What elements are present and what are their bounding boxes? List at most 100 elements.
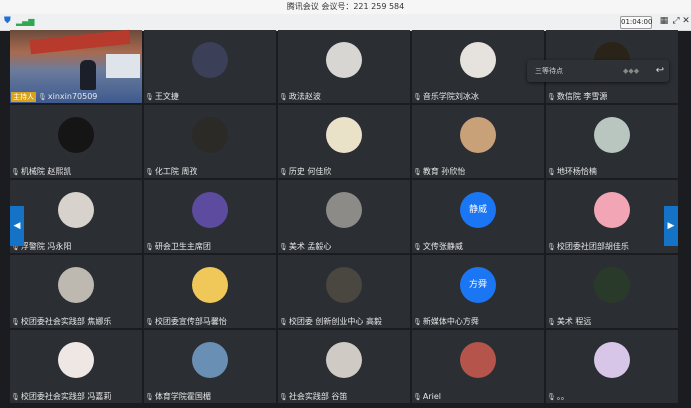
avatar[interactable] <box>326 267 362 303</box>
participant-namebar: 🎙Ariel <box>413 391 441 402</box>
participant-tile[interactable]: 🎙历史 何佳欣 <box>278 105 410 178</box>
participant-tile[interactable]: 🎙社会实践部 谷笛 <box>278 330 410 403</box>
avatar[interactable]: 方舜 <box>460 267 496 303</box>
video-person <box>80 60 96 90</box>
fullscreen-icon[interactable]: ⤢ <box>671 16 681 27</box>
avatar[interactable] <box>594 117 630 153</box>
shield-icon[interactable]: ⛊ <box>4 17 12 26</box>
avatar[interactable] <box>58 192 94 228</box>
prev-page-button[interactable]: ◀ <box>10 206 24 246</box>
participant-namebar: 🎙美术 孟毅心 <box>279 241 331 252</box>
mic-icon: 🎙 <box>145 168 154 176</box>
next-page-button[interactable]: ▶ <box>664 206 678 246</box>
participant-name: 地环杨恰楠 <box>556 167 597 176</box>
participant-tile[interactable]: 🎙校团委社会实践部 焦娜乐 <box>10 255 142 328</box>
participant-namebar: 🎙校团委社会实践部 焦娜乐 <box>11 316 111 327</box>
avatar[interactable] <box>460 117 496 153</box>
avatar[interactable] <box>460 42 496 78</box>
mic-icon: 🎙 <box>145 243 154 251</box>
participant-tile[interactable]: 🎙Ariel <box>412 330 544 403</box>
participant-tile[interactable]: 🎙校团委宣传部马馨怡 <box>144 255 276 328</box>
participant-namebar: 🎙研会卫生主席团 <box>145 241 211 252</box>
participant-tile[interactable]: 🎙浮警院 冯永阳 <box>10 180 142 253</box>
participant-name: 王文捷 <box>154 92 179 101</box>
avatar[interactable] <box>192 342 228 378</box>
mic-icon: 🎙 <box>547 393 556 401</box>
participant-namebar: 🎙机械院 赵熙凯 <box>11 166 71 177</box>
participant-tile[interactable]: 🎙地环杨恰楠 <box>546 105 678 178</box>
signal-icon[interactable]: ▂▄▆ <box>16 17 34 26</box>
participant-tile[interactable]: 🎙校团委社团部胡佳乐 <box>546 180 678 253</box>
participant-tile[interactable]: 静威 🎙文传张静威 <box>412 180 544 253</box>
avatar[interactable] <box>58 267 94 303</box>
participant-namebar: 🎙文传张静威 <box>413 241 463 252</box>
grid-icon[interactable]: ▦ <box>659 16 669 27</box>
participant-tile[interactable]: 🎙研会卫生主席团 <box>144 180 276 253</box>
mic-icon: 🎙 <box>145 93 154 101</box>
host-badge: 主持人 <box>11 92 36 102</box>
participant-name: 校团委社会实践部 冯嘉莉 <box>20 392 112 401</box>
participant-tile[interactable]: 🎙王文捷 <box>144 30 276 103</box>
avatar[interactable] <box>326 117 362 153</box>
avatar[interactable] <box>594 267 630 303</box>
mic-icon: 🎙 <box>413 93 422 101</box>
avatar[interactable] <box>326 192 362 228</box>
participant-tile[interactable]: 🎙机械院 赵熙凯 <box>10 105 142 178</box>
avatar[interactable] <box>326 342 362 378</box>
mic-icon: 🎙 <box>413 168 422 176</box>
avatar[interactable] <box>58 342 94 378</box>
avatar[interactable] <box>192 117 228 153</box>
participant-name: 研会卫生主席团 <box>154 242 211 251</box>
participant-namebar: 🎙。。 <box>547 391 569 402</box>
participant-tile[interactable]: 🎙校团委社会实践部 冯嘉莉 <box>10 330 142 403</box>
participant-namebar: 🎙校团委宣传部马馨怡 <box>145 316 227 327</box>
participant-namebar: 🎙校团委社会实践部 冯嘉莉 <box>11 391 111 402</box>
mic-icon: 🎙 <box>279 393 288 401</box>
mic-icon: 🎙 <box>279 168 288 176</box>
avatar[interactable] <box>192 42 228 78</box>
participant-tile[interactable]: 🎙体育学院霍国楣 <box>144 330 276 403</box>
participant-name: 校团委 创新创业中心 高毅 <box>288 317 382 326</box>
participant-namebar: 🎙美术 程远 <box>547 316 591 327</box>
participant-name: 社会实践部 谷笛 <box>288 392 348 401</box>
participant-tile[interactable]: 🎙音乐学院刘冰冰 <box>412 30 544 103</box>
mic-icon: 🎙 <box>547 318 556 326</box>
participant-name: 文传张静威 <box>422 242 463 251</box>
participant-name: 数信院 李雪源 <box>556 92 608 101</box>
participant-name: 历史 何佳欣 <box>288 167 332 176</box>
participant-name: 音乐学院刘冰冰 <box>422 92 479 101</box>
close-icon[interactable]: ✕ <box>681 16 691 27</box>
participant-namebar: 🎙社会实践部 谷笛 <box>279 391 347 402</box>
participant-name: 体育学院霍国楣 <box>154 392 211 401</box>
floating-popup[interactable]: 三等待点 ◆◆◆ ↩ <box>527 60 669 82</box>
avatar[interactable] <box>58 117 94 153</box>
participant-tile[interactable]: 🎙校团委 创新创业中心 高毅 <box>278 255 410 328</box>
participant-tile[interactable]: 🎙美术 程远 <box>546 255 678 328</box>
participant-tile[interactable]: 🎙。。 <box>546 330 678 403</box>
participant-name: 新媒体中心方舜 <box>422 317 479 326</box>
back-icon[interactable]: ↩ <box>653 60 667 82</box>
participant-tile[interactable]: 🎙化工院 周孜 <box>144 105 276 178</box>
participant-namebar: 🎙音乐学院刘冰冰 <box>413 91 479 102</box>
avatar[interactable]: 静威 <box>460 192 496 228</box>
mic-icon: 🎙 <box>38 93 47 101</box>
participant-tile[interactable]: 🎙美术 孟毅心 <box>278 180 410 253</box>
avatar[interactable] <box>326 42 362 78</box>
participant-tile[interactable]: 主持人 🎙xinxin70509 <box>10 29 142 103</box>
participant-tile[interactable]: 方舜 🎙新媒体中心方舜 <box>412 255 544 328</box>
participant-namebar: 🎙地环杨恰楠 <box>547 166 597 177</box>
participant-tile[interactable]: 🎙政法赵波 <box>278 30 410 103</box>
participant-tile[interactable]: 🎙教育 孙欣怡 <box>412 105 544 178</box>
avatar[interactable] <box>460 342 496 378</box>
participant-namebar: 🎙新媒体中心方舜 <box>413 316 479 327</box>
participant-name: 机械院 赵熙凯 <box>20 167 72 176</box>
participant-namebar: 🎙王文捷 <box>145 91 179 102</box>
participant-namebar: 🎙校团委社团部胡佳乐 <box>547 241 629 252</box>
avatar[interactable] <box>192 267 228 303</box>
popup-text: 三等待点 <box>535 67 563 75</box>
avatar[interactable] <box>594 192 630 228</box>
avatar[interactable] <box>192 192 228 228</box>
mic-icon: 🎙 <box>11 393 20 401</box>
avatar[interactable] <box>594 342 630 378</box>
mic-icon: 🎙 <box>145 318 154 326</box>
